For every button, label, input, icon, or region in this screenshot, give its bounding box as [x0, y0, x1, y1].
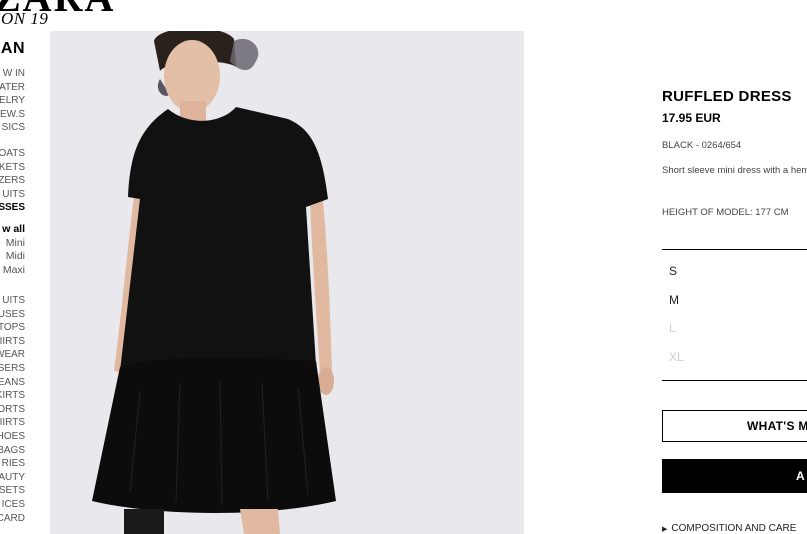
nav-heading[interactable]: AN	[0, 40, 25, 58]
nav-group-4: UITS USES TOPS IIRTS WEAR SERS EANS KIRT…	[0, 294, 25, 525]
size-option-l-unavailable: L	[669, 321, 676, 335]
nav-subitem[interactable]: Maxi	[0, 264, 25, 278]
nav-item[interactable]: EW.S	[0, 108, 25, 122]
nav-item[interactable]: IIRTS	[0, 416, 25, 430]
nav-item[interactable]: WEAR	[0, 348, 25, 362]
nav-item[interactable]: IIRTS	[0, 335, 25, 349]
product-description: Short sleeve mini dress with a hem.	[662, 165, 807, 176]
size-option-xl-unavailable: XL	[669, 350, 684, 364]
nav-item[interactable]: TOPS	[0, 321, 25, 335]
nav-item[interactable]: ATER	[0, 81, 25, 95]
nav-item[interactable]: BAGS	[0, 444, 25, 458]
nav-item[interactable]: UITS	[0, 188, 25, 202]
nav-item[interactable]: SETS	[0, 484, 25, 498]
nav-item[interactable]: EANS	[0, 376, 25, 390]
size-guide-button[interactable]: WHAT'S M	[662, 410, 807, 442]
size-list-bottom-divider	[662, 380, 807, 381]
nav-item[interactable]: ICES	[0, 498, 25, 512]
nav-item[interactable]: USES	[0, 308, 25, 322]
nav-subitem-view-all[interactable]: w all	[0, 223, 25, 237]
model-wearing-dress-illustration	[92, 31, 336, 534]
product-photo[interactable]	[50, 31, 524, 534]
nav-group-1: W IN ATER ELRY EW.S SICS	[0, 67, 25, 135]
nav-item[interactable]: AUTY	[0, 471, 25, 485]
nav-item[interactable]: HOES	[0, 430, 25, 444]
caret-right-icon: ▶	[662, 526, 668, 533]
nav-item[interactable]: RIES	[0, 457, 25, 471]
nav-item[interactable]: KIRTS	[0, 389, 25, 403]
nav-subitem[interactable]: Midi	[0, 250, 25, 264]
size-option-s[interactable]: S	[669, 264, 677, 278]
nav-item[interactable]: SERS	[0, 362, 25, 376]
add-to-cart-button[interactable]: A	[662, 459, 807, 493]
nav-item[interactable]: OATS	[0, 147, 25, 161]
nav-item[interactable]: SICS	[0, 121, 25, 135]
product-title: RUFFLED DRESS	[662, 88, 792, 105]
model-height: HEIGHT OF MODEL: 177 CM	[662, 207, 789, 218]
composition-care-link[interactable]: ▶ COMPOSITION AND CARE	[662, 523, 796, 534]
season-label: SON 19	[0, 9, 49, 28]
nav-item[interactable]: ZERS	[0, 174, 25, 188]
nav-item-active[interactable]: SSES	[0, 201, 25, 215]
nav-item[interactable]: CARD	[0, 512, 25, 526]
nav-item[interactable]: W IN	[0, 67, 25, 81]
product-price: 17.95 EUR	[662, 111, 721, 125]
size-option-m[interactable]: M	[669, 293, 679, 307]
nav-item[interactable]: UITS	[0, 294, 25, 308]
product-info-panel: RUFFLED DRESS 17.95 EUR BLACK - 0264/654…	[662, 88, 807, 218]
nav-item[interactable]: ELRY	[0, 94, 25, 108]
nav-group-3: w all Mini Midi Maxi	[0, 223, 25, 277]
product-color-ref: BLACK - 0264/654	[662, 140, 742, 151]
nav-item[interactable]: ORTS	[0, 403, 25, 417]
composition-label: COMPOSITION AND CARE	[671, 523, 797, 534]
size-list-top-divider	[662, 249, 807, 250]
nav-subitem[interactable]: Mini	[0, 237, 25, 251]
nav-item[interactable]: KETS	[0, 161, 25, 175]
nav-group-2: OATS KETS ZERS UITS SSES	[0, 147, 25, 215]
